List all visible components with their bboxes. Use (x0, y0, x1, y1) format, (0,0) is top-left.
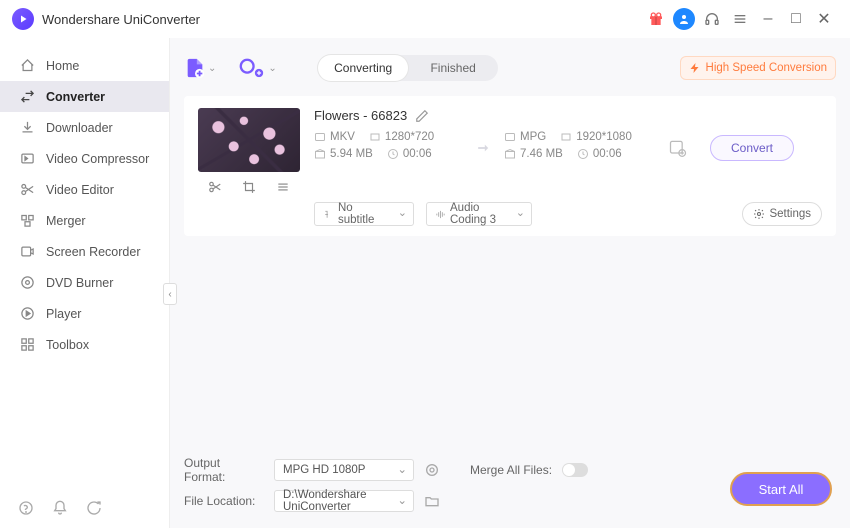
sidebar-item-toolbox[interactable]: Toolbox (0, 329, 169, 360)
sidebar: Home Converter Downloader Video Compress… (0, 38, 170, 528)
high-speed-conversion-button[interactable]: High Speed Conversion (680, 56, 836, 80)
merge-toggle[interactable] (562, 463, 588, 477)
download-icon (20, 120, 36, 135)
hsc-label: High Speed Conversion (706, 62, 827, 74)
add-file-button[interactable]: ⌄ (184, 57, 216, 79)
trim-icon[interactable] (206, 178, 224, 196)
gift-icon[interactable] (642, 5, 670, 33)
file-name: Flowers - 66823 (314, 108, 407, 123)
sidebar-item-label: DVD Burner (46, 276, 113, 290)
sidebar-item-label: Player (46, 307, 81, 321)
content-area: ⌄ ⌄ Converting Finished High Speed Conve… (170, 38, 850, 528)
add-url-button[interactable]: ⌄ (238, 57, 276, 79)
source-info: MKV 1280*720 5.94 MB 00:06 (314, 131, 464, 165)
sidebar-item-editor[interactable]: Video Editor (0, 174, 169, 205)
output-format-label: Output Format: (184, 456, 264, 484)
headset-icon[interactable] (698, 5, 726, 33)
content-toolbar: ⌄ ⌄ Converting Finished High Speed Conve… (184, 48, 836, 88)
merge-label: Merge All Files: (470, 463, 552, 477)
subtitle-dropdown[interactable]: No subtitle (314, 202, 414, 226)
tab-segment: Converting Finished (318, 55, 498, 81)
maximize-button[interactable]: □ (782, 5, 810, 33)
sidebar-item-recorder[interactable]: Screen Recorder (0, 236, 169, 267)
user-avatar[interactable] (670, 5, 698, 33)
file-location-label: File Location: (184, 494, 264, 508)
open-folder-icon[interactable] (424, 493, 440, 509)
start-all-button[interactable]: Start All (730, 472, 832, 506)
bell-icon[interactable] (52, 500, 68, 516)
sidebar-item-label: Downloader (46, 121, 113, 135)
sidebar-item-downloader[interactable]: Downloader (0, 112, 169, 143)
recorder-icon (20, 244, 36, 259)
converter-icon (20, 89, 36, 104)
sidebar-item-label: Home (46, 59, 79, 73)
file-card: Flowers - 66823 MKV 1280*720 5.94 MB 00:… (184, 96, 836, 236)
sidebar-item-converter[interactable]: Converter (0, 81, 169, 112)
sidebar-item-dvd[interactable]: DVD Burner (0, 267, 169, 298)
sidebar-item-home[interactable]: Home (0, 50, 169, 81)
disc-icon (20, 275, 36, 290)
settings-button[interactable]: Settings (742, 202, 822, 226)
sidebar-item-player[interactable]: Player (0, 298, 169, 329)
convert-button[interactable]: Convert (710, 135, 794, 161)
minimize-button[interactable]: – (754, 5, 782, 33)
arrow-icon (474, 138, 494, 158)
audio-dropdown[interactable]: Audio Coding 3 (426, 202, 532, 226)
tab-converting[interactable]: Converting (318, 55, 408, 81)
sidebar-footer (0, 488, 169, 528)
compressor-icon (20, 151, 36, 166)
edit-name-icon[interactable] (415, 109, 429, 123)
sidebar-item-compressor[interactable]: Video Compressor (0, 143, 169, 174)
sidebar-item-label: Converter (46, 90, 105, 104)
help-icon[interactable] (18, 500, 34, 516)
more-icon[interactable] (274, 178, 292, 196)
play-icon (20, 306, 36, 321)
feedback-icon[interactable] (86, 500, 102, 516)
sidebar-item-label: Merger (46, 214, 86, 228)
audio-icon (435, 209, 446, 220)
toolbox-icon (20, 337, 36, 352)
crop-icon[interactable] (240, 178, 258, 196)
merger-icon (20, 213, 36, 228)
sidebar-item-label: Toolbox (46, 338, 89, 352)
app-title: Wondershare UniConverter (42, 12, 200, 27)
close-button[interactable]: ✕ (810, 5, 838, 33)
titlebar: Wondershare UniConverter – □ ✕ (0, 0, 850, 38)
scissors-icon (20, 182, 36, 197)
tab-finished[interactable]: Finished (408, 55, 498, 81)
file-location-dropdown[interactable]: D:\Wondershare UniConverter (274, 490, 414, 512)
home-icon (20, 58, 36, 73)
hamburger-menu-icon[interactable] (726, 5, 754, 33)
sidebar-item-label: Video Compressor (46, 152, 149, 166)
video-thumbnail[interactable] (198, 108, 300, 172)
output-format-dropdown[interactable]: MPG HD 1080P (274, 459, 414, 481)
format-settings-icon[interactable] (668, 138, 688, 158)
output-settings-icon[interactable] (424, 462, 440, 478)
target-info: MPG 1920*1080 7.46 MB 00:06 (504, 131, 654, 165)
app-logo (12, 8, 34, 30)
subtitle-icon (323, 209, 334, 220)
sidebar-item-label: Screen Recorder (46, 245, 141, 259)
sidebar-item-merger[interactable]: Merger (0, 205, 169, 236)
sidebar-item-label: Video Editor (46, 183, 114, 197)
sidebar-collapse-button[interactable]: ‹ (163, 283, 177, 305)
